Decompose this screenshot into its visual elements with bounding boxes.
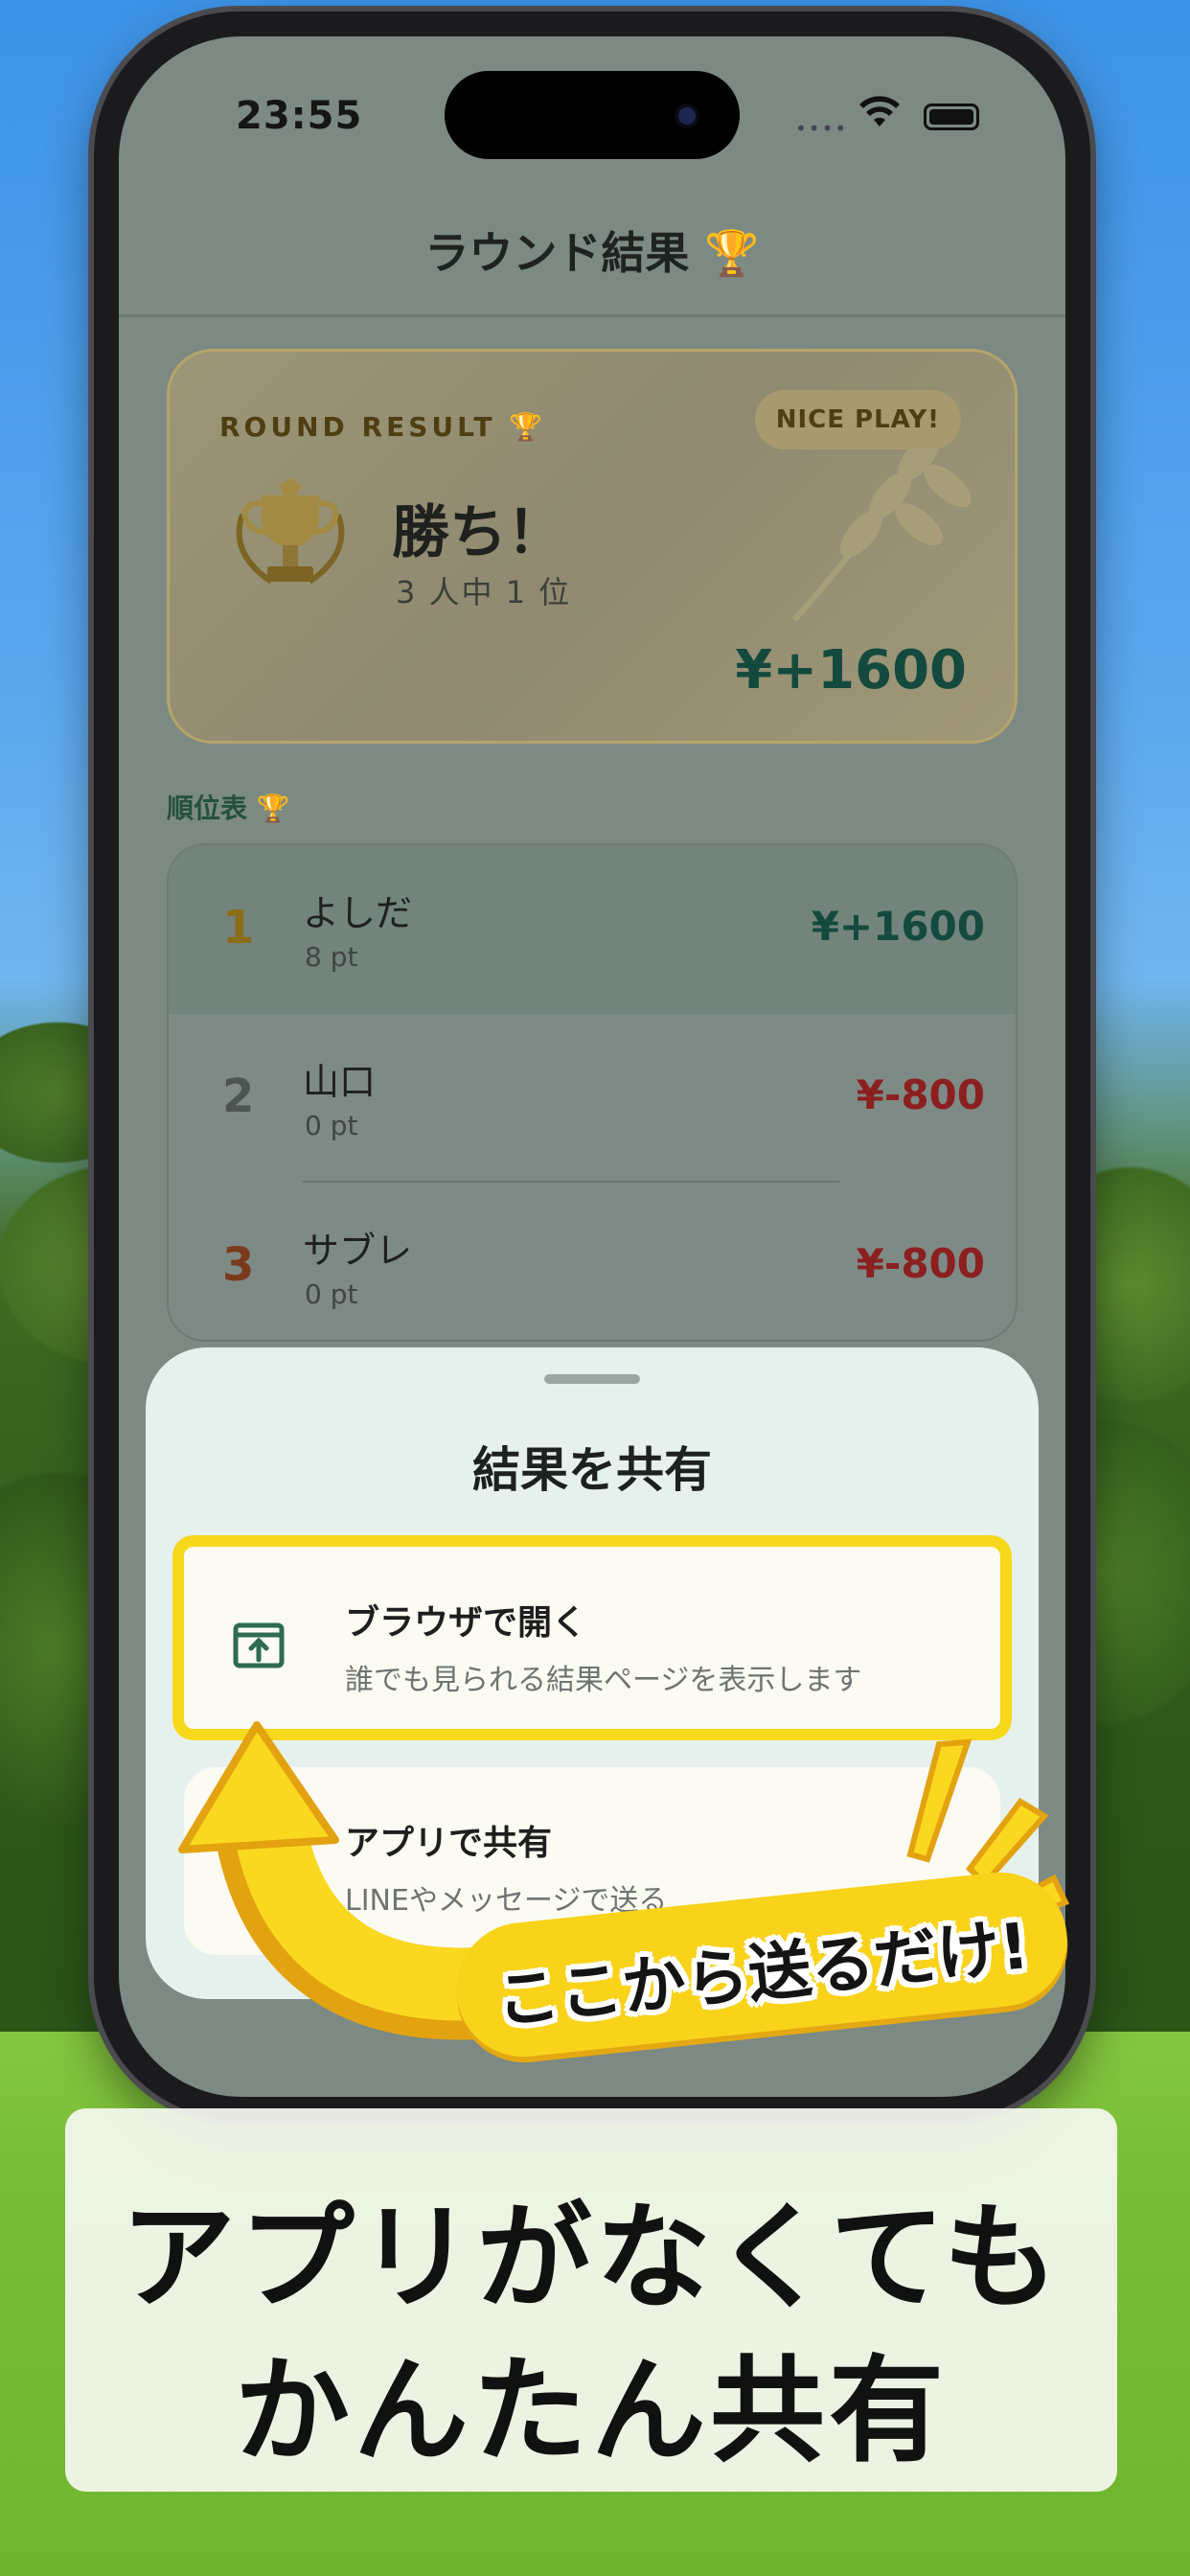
player-points: 8 pt [305,941,358,973]
share-icon [239,1859,279,1887]
round-result-card: ROUND RESULT 🏆 NICE PLAY! 勝ち！ 3 人中 1 位 ¥… [167,349,1018,744]
player-name: 山口 [303,1061,377,1103]
nice-play-badge: NICE PLAY! [754,390,961,449]
caption-line-2: かんたん共有 [235,2345,948,2478]
rank-number: 1 [222,901,255,954]
sheet-grabber[interactable] [544,1374,640,1384]
round-result-label: ROUND RESULT 🏆 [219,411,547,443]
player-amount: ¥-800 [856,1071,985,1118]
wifi-icon [859,96,900,126]
ranking-row[interactable]: 1 よしだ 8 pt ¥+1600 [169,845,1016,1014]
option-description: 誰でも見られる結果ページを表示します [345,1664,862,1697]
camera-icon [678,107,696,125]
option-title: アプリで共有 [345,1824,553,1863]
battery-icon [924,104,979,130]
result-title: 勝ち！ [392,499,564,566]
promo-caption: アプリがなくても かんたん共有 [65,2108,1117,2492]
ranking-row[interactable]: 2 山口 0 pt ¥-800 [169,1014,1016,1183]
player-points: 0 pt [305,1278,358,1310]
page-title: ラウンド結果 🏆 [424,227,760,279]
player-points: 0 pt [305,1110,358,1141]
signal-icon: •••• [795,117,849,140]
nav-divider [119,314,1065,317]
trophy-icon [236,478,345,585]
ranking-heading: 順位表 🏆 [167,793,290,824]
ranking-row[interactable]: 3 サブレ 0 pt ¥-800 [169,1183,1016,1340]
caption-line-1: アプリがなくても [120,2192,1063,2325]
share-sheet-title: 結果を共有 [472,1442,712,1498]
ranking-list: 1 よしだ 8 pt ¥+1600 2 山口 0 pt ¥-800 3 サブレ … [167,843,1018,1342]
share-upload-icon [233,1622,285,1668]
rank-number: 2 [222,1070,255,1123]
option-title: ブラウザで開く [345,1603,587,1643]
player-name: サブレ [303,1230,413,1272]
player-name: よしだ [303,892,413,934]
result-amount: ¥+1600 [735,639,967,702]
result-subtitle: 3 人中 1 位 [396,574,572,610]
status-time: 23:55 [236,94,363,138]
rank-number: 3 [222,1238,255,1292]
status-bar: 23:55 •••• [119,36,1065,180]
player-amount: ¥-800 [856,1240,985,1287]
player-amount: ¥+1600 [811,903,985,950]
open-in-browser-button[interactable]: ブラウザで開く 誰でも見られる結果ページを表示します [184,1547,1000,1729]
